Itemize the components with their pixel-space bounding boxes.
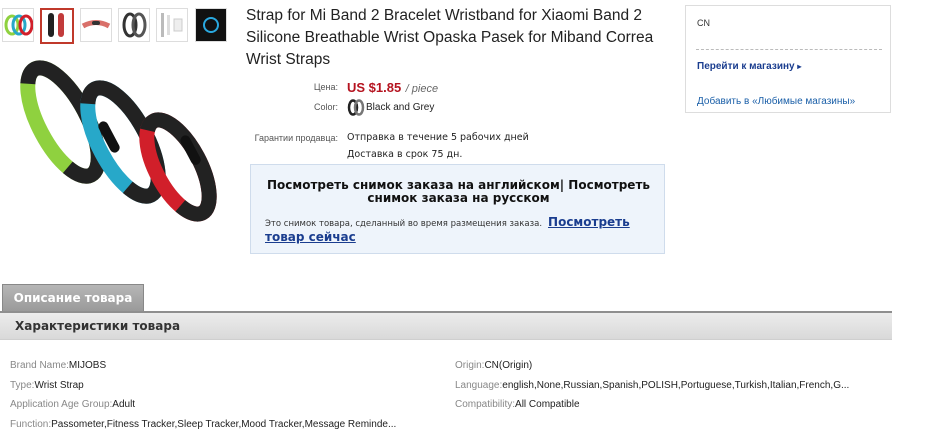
color-label: Color: (313, 102, 338, 112)
thumbnail-1[interactable] (2, 8, 34, 42)
add-favorite-store-link[interactable]: Добавить в «Любимые магазины» (697, 96, 855, 107)
wristband-image (20, 60, 217, 222)
goto-store-link[interactable]: Перейти к магазину ▸ (697, 61, 801, 72)
spec-value: Adult (112, 399, 136, 410)
thumbnail-image (161, 13, 183, 37)
spec-row: Type:Wrist Strap (10, 380, 84, 391)
goto-store-label: Перейти к магазину (697, 61, 795, 72)
spec-value: CN(Origin) (484, 360, 533, 371)
product-title: Strap for Mi Band 2 Bracelet Wristband f… (246, 7, 654, 68)
spec-key: Language: (455, 380, 503, 391)
order-snapshot-panel: Посмотреть снимок заказа на английском| … (250, 164, 665, 254)
spec-key: Function: (10, 419, 52, 430)
specs-title: Характеристики товара (15, 319, 181, 333)
price-value: US $1.85 (347, 80, 402, 95)
spec-row: Compatibility:All Compatible (455, 399, 580, 410)
store-country: CN (697, 18, 710, 28)
snapshot-language-links[interactable]: Посмотреть снимок заказа на английском| … (261, 179, 656, 205)
thumbnail-4[interactable] (118, 8, 150, 42)
thumbnail-2[interactable] (40, 8, 74, 44)
store-divider (696, 49, 882, 50)
tab-product-description[interactable]: Описание товара (2, 284, 144, 311)
price-group: US $1.85 / piece (347, 79, 438, 97)
color-swatch-icon (347, 99, 365, 116)
thumbnail-3[interactable] (80, 8, 112, 42)
spec-value: MIJOBS (68, 360, 107, 371)
specs-header: Характеристики товара (0, 313, 892, 340)
guarantee-delivery: Доставка в срок 75 дн. (347, 149, 463, 160)
spec-value: english,None,Russian,Spanish,POLISH,Port… (502, 380, 850, 391)
spec-value: All Compatible (515, 399, 580, 410)
thumbnail-image (122, 12, 147, 38)
price-label: Цена: (313, 82, 338, 92)
view-product-now-link[interactable]: Это снимок товара, сделанный во время ра… (265, 216, 660, 244)
guarantee-label: Гарантии продавца: (254, 133, 338, 143)
color-value: Black and Grey (366, 102, 435, 113)
spec-key: Application Age Group: (10, 399, 113, 410)
spec-row: Language:english,None,Russian,Spanish,PO… (455, 380, 849, 391)
spec-key: Origin: (455, 360, 485, 371)
spec-key: Compatibility: (455, 399, 516, 410)
thumbnail-5[interactable] (156, 8, 188, 42)
spec-row: Function:Passometer,Fitness Tracker,Slee… (10, 419, 396, 430)
spec-key: Type: (10, 380, 35, 391)
thumbnail-6[interactable] (195, 8, 227, 42)
store-panel: CN Перейти к магазину ▸ Добавить в «Люби… (685, 5, 891, 113)
spec-value: Wrist Strap (34, 380, 84, 391)
spec-row: Brand Name:MIJOBS (10, 360, 106, 371)
main-product-image[interactable] (8, 42, 233, 232)
thumbnail-image (81, 20, 111, 29)
chevron-right-icon: ▸ (797, 62, 802, 71)
spec-value: Passometer,Fitness Tracker,Sleep Tracker… (51, 419, 397, 430)
thumbnail-image (196, 9, 226, 41)
thumbnail-image (4, 14, 33, 36)
guarantee-shipping: Отправка в течение 5 рабочих дней (347, 132, 529, 143)
price-unit: / piece (405, 83, 439, 95)
thumbnail-image (48, 13, 64, 37)
spec-row: Origin:CN(Origin) (455, 360, 532, 371)
color-option[interactable]: Black and Grey (347, 99, 434, 116)
spec-row: Application Age Group:Adult (10, 399, 135, 410)
spec-key: Brand Name: (10, 360, 69, 371)
